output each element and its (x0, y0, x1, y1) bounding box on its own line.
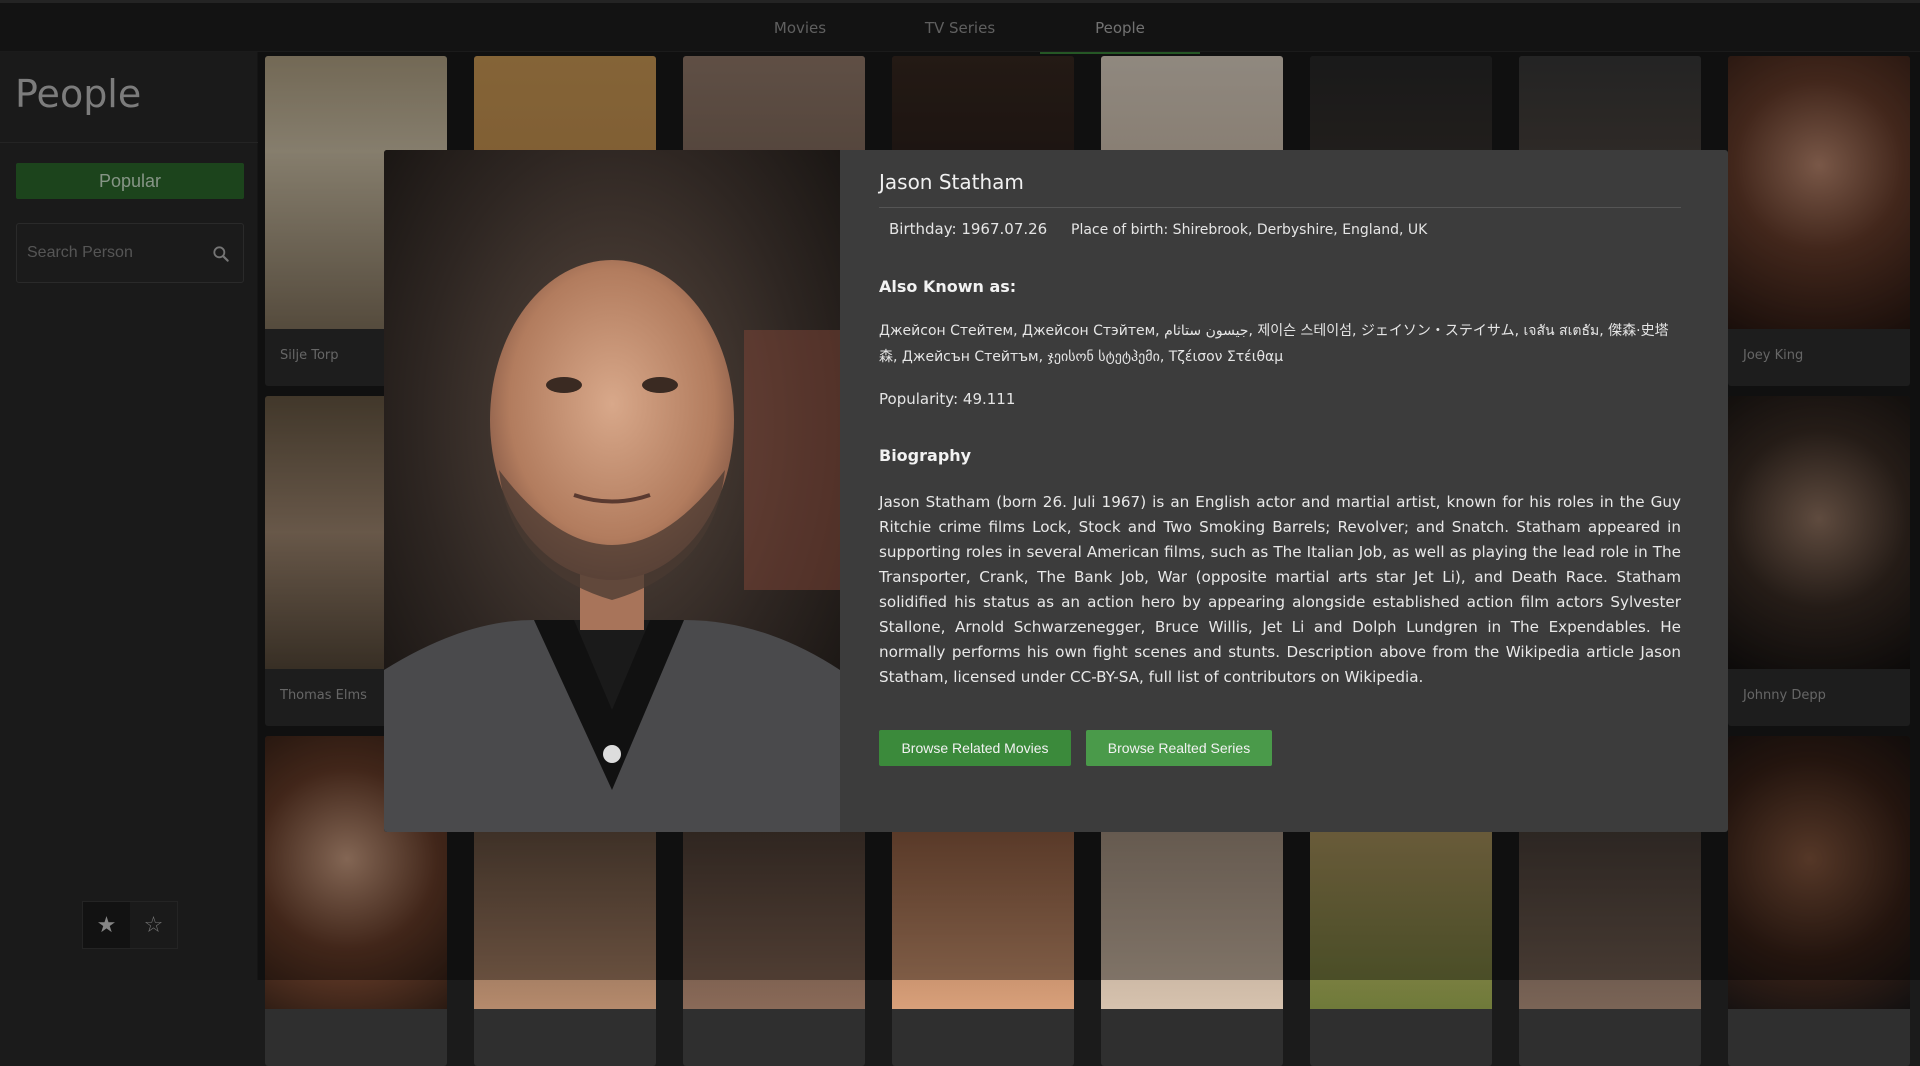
person-card[interactable]: Johnny Depp (1728, 396, 1910, 726)
tab-movies[interactable]: Movies (720, 6, 880, 54)
top-nav: Movies TV Series People (0, 0, 1920, 54)
divider (0, 142, 258, 143)
person-name-heading: Jason Statham (879, 170, 1024, 194)
search-input[interactable] (27, 238, 197, 268)
person-photo (1728, 56, 1910, 329)
birthday: Birthday: 1967.07.26 (889, 220, 1048, 238)
portrait-illustration (384, 150, 840, 832)
search-icon[interactable] (211, 244, 231, 264)
place-of-birth: Place of birth: Shirebrook, Derbyshire, … (1071, 222, 1428, 238)
person-portrait (384, 150, 840, 832)
biography-heading: Biography (879, 446, 972, 465)
page-title: People (15, 72, 142, 116)
person-name: Thomas Elms (280, 688, 367, 703)
person-photo (1728, 736, 1910, 1009)
search-box (16, 223, 244, 283)
popularity: Popularity: 49.111 (879, 390, 1016, 408)
tab-people[interactable]: People (1040, 6, 1200, 54)
person-name: Johnny Depp (1743, 688, 1826, 703)
sidebar: People Popular ★ ☆ (0, 52, 258, 980)
aka-text: Джейсон Стейтем, Джейсон Стэйтем, جيسون … (879, 323, 1669, 365)
person-photo (1728, 396, 1910, 669)
person-card[interactable]: Joey King (1728, 56, 1910, 386)
person-card[interactable] (1728, 736, 1910, 1066)
biography-text: Jason Statham (born 26. Juli 1967) is an… (879, 493, 1681, 686)
divider (879, 207, 1681, 208)
person-name: Silje Torp (280, 348, 339, 363)
star-outline-icon[interactable]: ☆ (130, 902, 177, 948)
person-details: Jason Statham Birthday: 1967.07.26 Place… (840, 150, 1728, 832)
person-name: Joey King (1743, 348, 1804, 363)
star-icon[interactable]: ★ (83, 902, 130, 948)
view-toggle: ★ ☆ (82, 901, 178, 949)
popular-button[interactable]: Popular (16, 163, 244, 199)
browse-related-series-button[interactable]: Browse Realted Series (1086, 730, 1272, 766)
aka-heading: Also Known as: (879, 277, 1017, 296)
browse-related-movies-button[interactable]: Browse Related Movies (879, 730, 1071, 766)
person-detail-modal: Jason Statham Birthday: 1967.07.26 Place… (384, 150, 1728, 832)
tab-tv-series[interactable]: TV Series (880, 6, 1040, 54)
